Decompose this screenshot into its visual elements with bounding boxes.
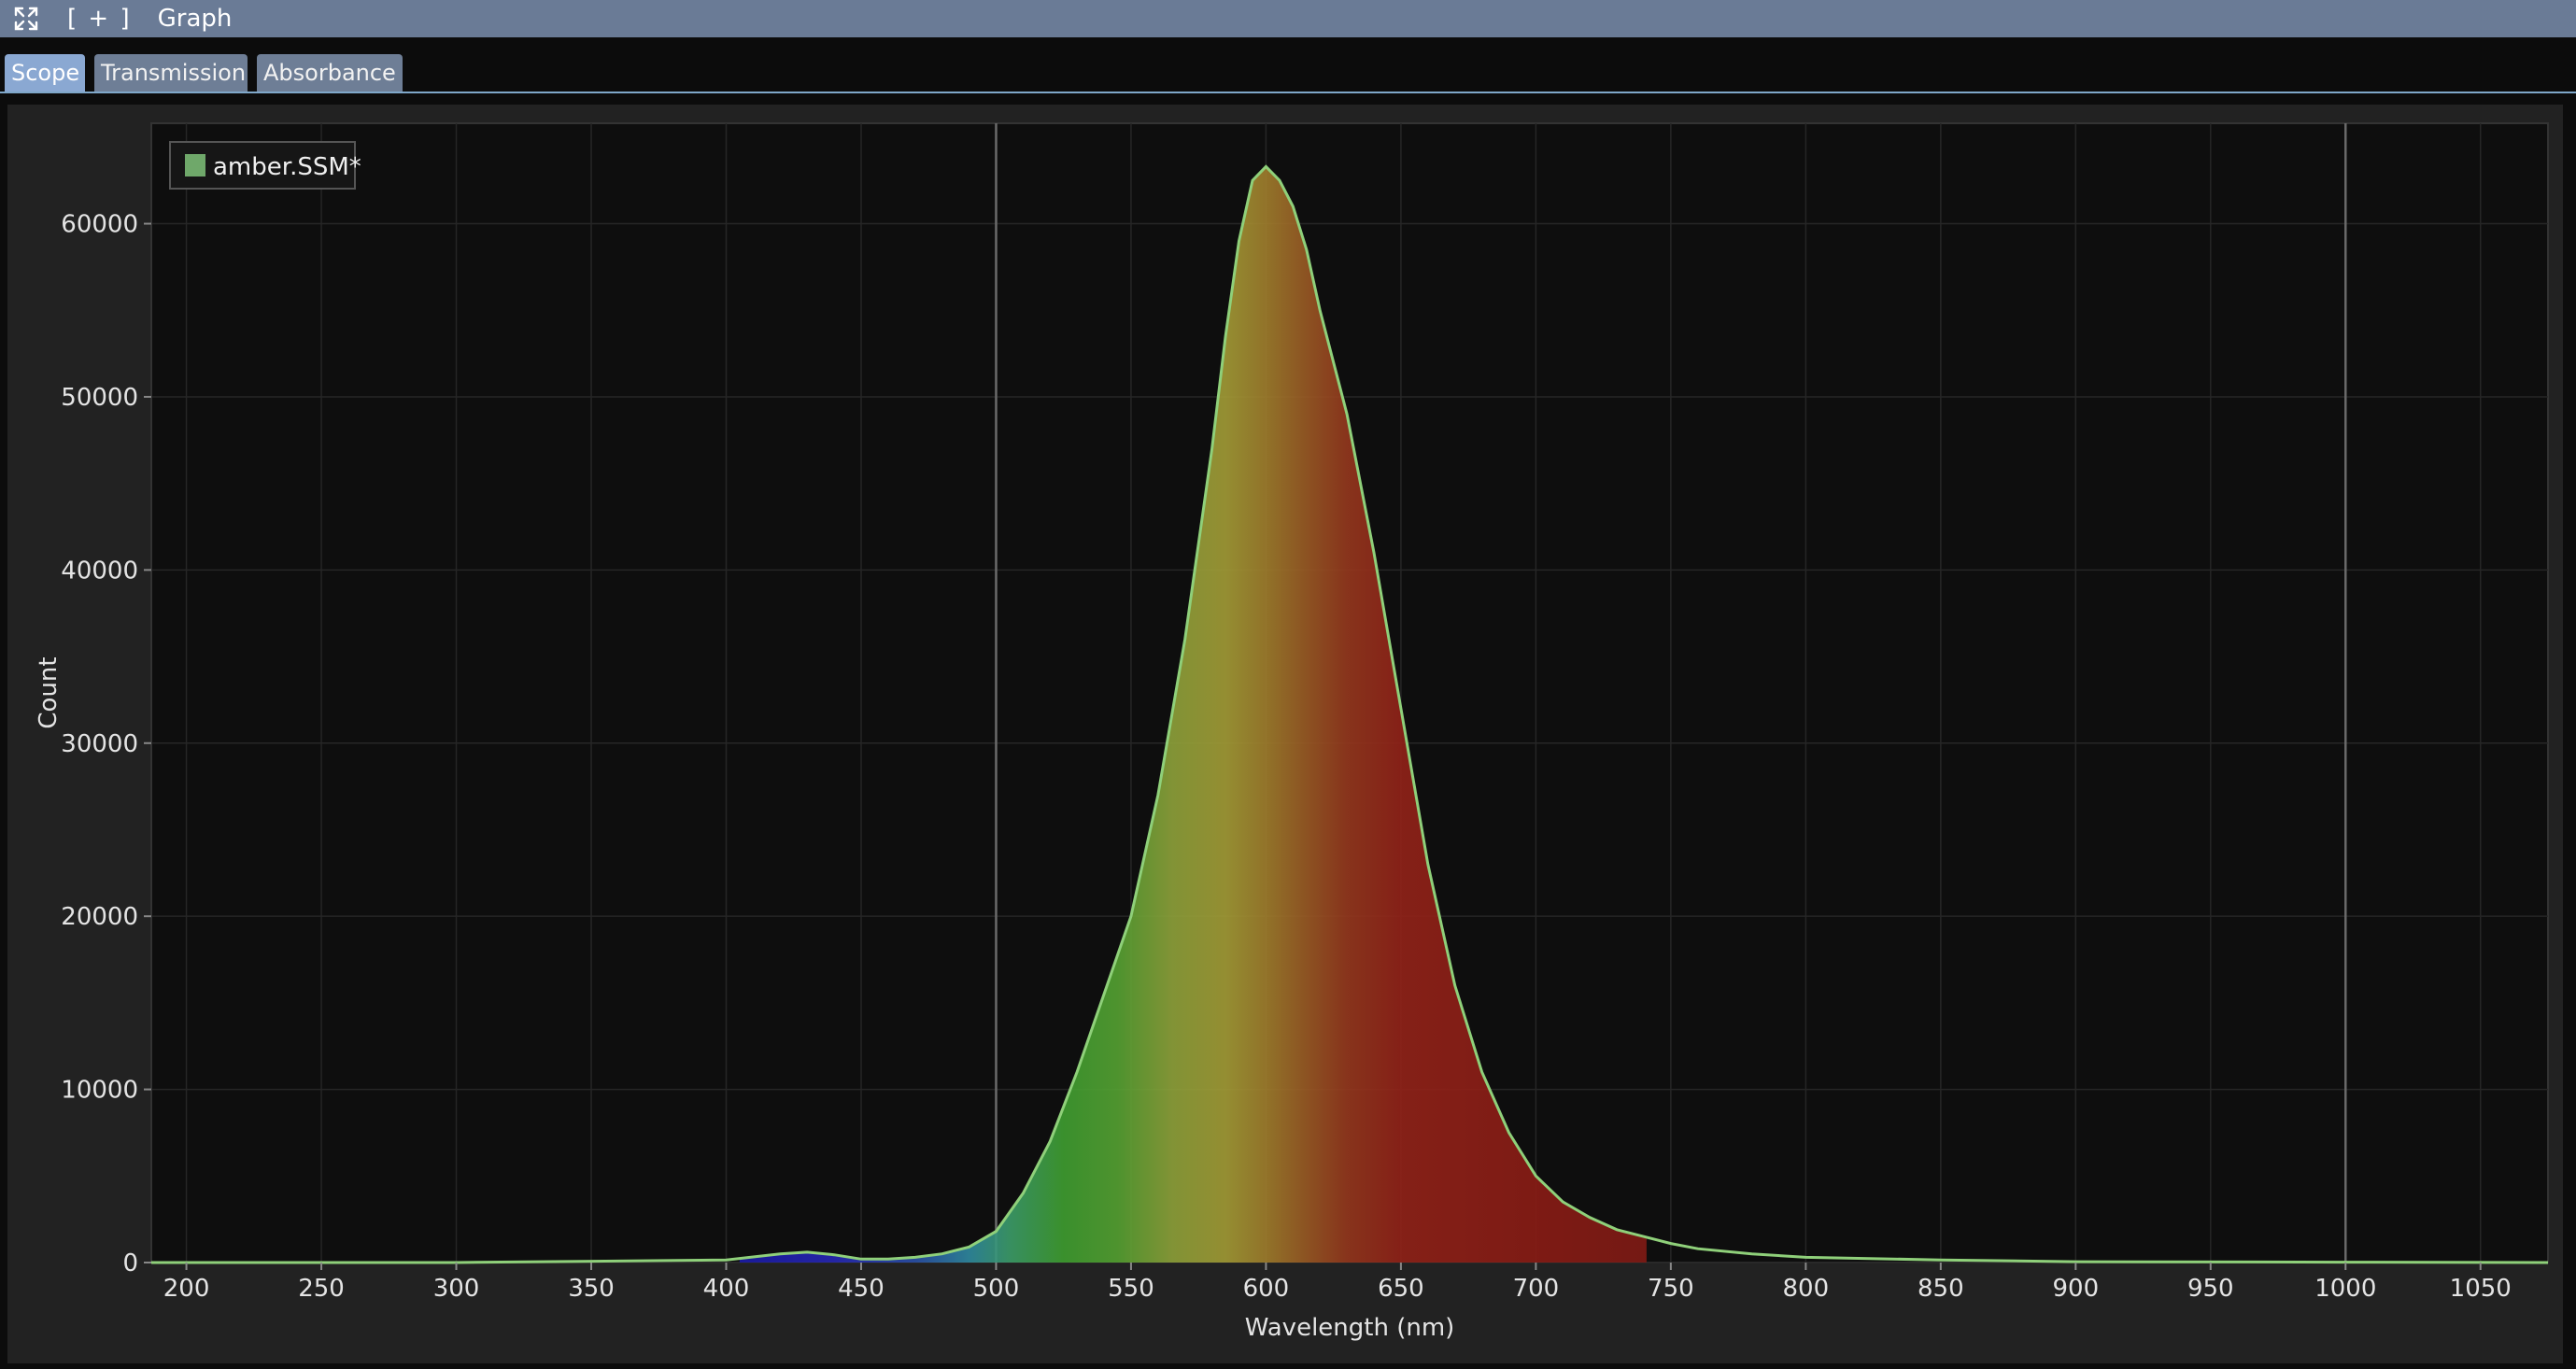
- title-bar: [ + ] Graph: [0, 0, 2576, 37]
- tab-transmission[interactable]: Transmission: [94, 54, 248, 92]
- y-tick-label: 10000: [61, 1077, 138, 1105]
- x-tick-label: 1050: [2450, 1275, 2512, 1303]
- tab-scope[interactable]: Scope: [5, 54, 85, 92]
- y-tick-label: 40000: [61, 557, 138, 585]
- add-panel-button[interactable]: [ + ]: [67, 5, 132, 33]
- x-tick-label: 650: [1378, 1275, 1424, 1303]
- x-tick-label: 750: [1648, 1275, 1694, 1303]
- y-axis-title: Count: [35, 656, 63, 728]
- y-tick-label: 0: [122, 1249, 138, 1277]
- x-tick-label: 450: [838, 1275, 885, 1303]
- legend-label: amber.SSM*: [213, 153, 361, 181]
- y-tick-label: 20000: [61, 903, 138, 931]
- legend-swatch: [185, 154, 205, 176]
- y-tick-label: 50000: [61, 384, 138, 412]
- x-tick-label: 300: [433, 1275, 480, 1303]
- x-tick-label: 950: [2187, 1275, 2234, 1303]
- x-tick-label: 900: [2052, 1275, 2099, 1303]
- x-tick-label: 1000: [2314, 1275, 2376, 1303]
- expand-icon[interactable]: [13, 6, 39, 32]
- x-tick-label: 550: [1108, 1275, 1154, 1303]
- x-axis-title: Wavelength (nm): [1245, 1314, 1455, 1342]
- x-axis-ticks: 200 250 300 350 400 450 500 550 600 650 700 750 800 8…: [163, 1263, 2512, 1303]
- x-tick-label: 600: [1243, 1275, 1290, 1303]
- x-tick-label: 850: [1918, 1275, 1964, 1303]
- tab-absorbance[interactable]: Absorbance: [257, 54, 403, 92]
- legend[interactable]: amber.SSM*: [169, 141, 361, 190]
- x-tick-label: 250: [298, 1275, 345, 1303]
- x-tick-label: 200: [163, 1275, 210, 1303]
- y-axis-ticks: 0 10000 20000 30000 40000 50000 60000: [61, 211, 151, 1277]
- x-tick-label: 800: [1783, 1275, 1830, 1303]
- y-tick-label: 30000: [61, 730, 138, 758]
- x-tick-label: 350: [568, 1275, 615, 1303]
- window-title: Graph: [157, 5, 233, 33]
- spectrum-chart[interactable]: 200 250 300 350 400 450 500 550 600 650 700 750 800 8…: [7, 105, 2563, 1363]
- y-tick-label: 60000: [61, 211, 138, 239]
- x-tick-label: 400: [703, 1275, 750, 1303]
- graph-panel: 200 250 300 350 400 450 500 550 600 650 700 750 800 8…: [7, 105, 2563, 1363]
- x-tick-label: 500: [973, 1275, 1020, 1303]
- tab-bar: Scope Transmission Absorbance: [0, 37, 2576, 93]
- x-tick-label: 700: [1513, 1275, 1560, 1303]
